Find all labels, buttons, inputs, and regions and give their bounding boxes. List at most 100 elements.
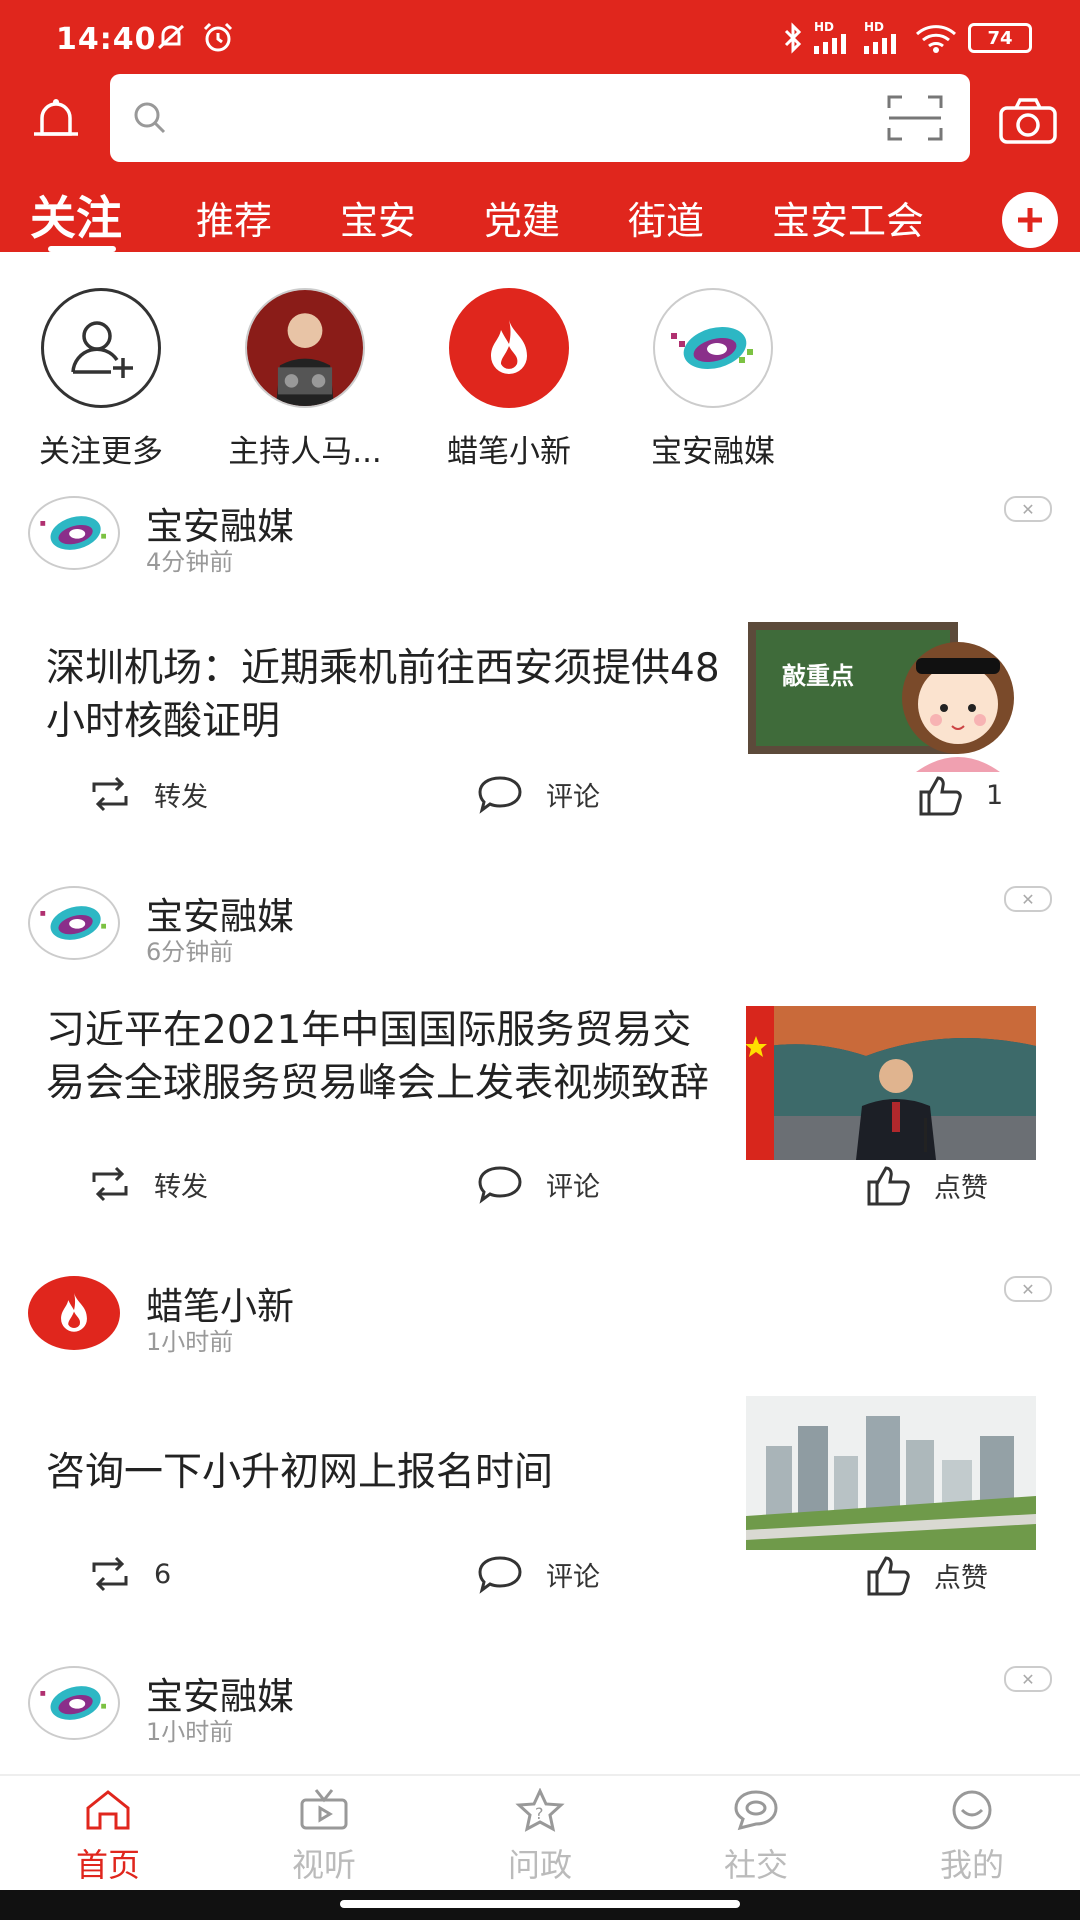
follow-item-label: 关注更多 [39, 434, 163, 470]
follow-item-baoan[interactable]: 宝安融媒 [618, 288, 808, 471]
like-button[interactable]: 点赞 [866, 1164, 988, 1206]
city-skyline-image [746, 1396, 1036, 1550]
comment-button[interactable]: 评论 [476, 1554, 600, 1594]
flame-icon [61, 1292, 87, 1332]
post-title[interactable]: 深圳机场：近期乘机前往西安须提供48小时核酸证明 [46, 642, 726, 748]
post-thumbnail[interactable] [746, 1396, 1036, 1550]
search-icon [134, 102, 166, 134]
feed-card[interactable]: 蜡笔小新 1小时前 ✕ 咨询一下小升初网上报名时间 6 评论 点赞 [0, 1254, 1080, 1646]
post-time: 6分钟前 [146, 938, 234, 966]
signal-icon [864, 34, 896, 54]
feed-card[interactable]: 宝安融媒 4分钟前 ✕ 深圳机场：近期乘机前往西安须提供48小时核酸证明 敲重点… [0, 474, 1080, 866]
bottom-navigation: 首页 视听 ? 问政 社交 我的 [0, 1774, 1080, 1892]
baoan-media-logo-icon [671, 326, 753, 370]
thumbs-up-icon [919, 776, 962, 816]
tab-union[interactable]: 宝安工会 [772, 190, 924, 245]
avatar [653, 288, 773, 408]
nav-inquiry[interactable]: ? 问政 [470, 1787, 610, 1886]
add-user-icon [71, 321, 133, 378]
like-label: 点赞 [934, 1172, 988, 1204]
tab-recommend[interactable]: 推荐 [196, 190, 272, 245]
nav-label: 视听 [291, 1846, 356, 1884]
followed-accounts: 关注更多 主持人马... 蜡笔小新 宝安融媒 [0, 252, 1080, 476]
dismiss-button[interactable]: ✕ [1004, 1666, 1052, 1692]
home-indicator[interactable] [340, 1900, 740, 1908]
dismiss-button[interactable]: ✕ [1004, 1276, 1052, 1302]
repost-button[interactable]: 转发 [88, 1164, 208, 1204]
nav-label: 问政 [507, 1846, 572, 1884]
mute-bell-icon [157, 24, 185, 50]
scan-icon[interactable] [886, 94, 944, 142]
nav-video[interactable]: 视听 [254, 1788, 394, 1886]
post-title[interactable]: 咨询一下小升初网上报名时间 [46, 1446, 726, 1499]
speech-photo-image [746, 1006, 1036, 1160]
flame-icon [491, 320, 527, 374]
notification-bell-icon[interactable] [28, 96, 84, 146]
host-photo [247, 290, 363, 406]
plus-icon [1018, 208, 1042, 232]
nav-social[interactable]: 社交 [686, 1788, 826, 1886]
tab-party[interactable]: 党建 [484, 190, 560, 245]
feed-card[interactable]: 宝安融媒 6分钟前 ✕ 习近平在2021年中国国际服务贸易交易会全球服务贸易峰会… [0, 864, 1080, 1256]
follow-more-item[interactable]: 关注更多 [6, 288, 196, 471]
alarm-icon [203, 22, 233, 52]
comment-label: 评论 [546, 1171, 600, 1203]
add-follow-avatar [41, 288, 161, 408]
post-thumbnail[interactable] [746, 1006, 1036, 1160]
dismiss-button[interactable]: ✕ [1004, 886, 1052, 912]
repost-label: 转发 [154, 781, 208, 813]
comment-button[interactable]: 评论 [476, 1164, 600, 1204]
feed-card[interactable]: 宝安融媒 1小时前 ✕ [0, 1644, 1080, 1774]
smile-icon [952, 1790, 992, 1830]
home-icon [86, 1790, 130, 1830]
baoan-media-logo-icon [40, 1686, 106, 1720]
like-button[interactable]: 1 [918, 774, 1003, 816]
question-star-icon: ? [515, 1787, 565, 1832]
search-input[interactable] [110, 74, 970, 162]
nav-label: 我的 [939, 1846, 1004, 1884]
repost-count: 6 [154, 1558, 172, 1590]
thumbs-up-icon [867, 1556, 910, 1596]
gesture-bar [0, 1890, 1080, 1920]
post-thumbnail[interactable]: 敲重点 [746, 618, 1036, 772]
thumbs-up-icon [867, 1166, 910, 1206]
close-icon: ✕ [1021, 1669, 1035, 1689]
tab-street[interactable]: 街道 [628, 190, 704, 245]
source-avatar [28, 496, 120, 570]
comment-icon [478, 776, 522, 814]
tab-follow[interactable]: 关注 [30, 182, 122, 248]
follow-item-crayon[interactable]: 蜡笔小新 [414, 288, 604, 471]
nav-mine[interactable]: 我的 [902, 1788, 1042, 1886]
tab-baoan[interactable]: 宝安 [340, 190, 416, 245]
app-header: 14:40 HD HD 74 关注 推荐 宝安 党建 街道 宝安工会 [0, 0, 1080, 252]
repost-icon [92, 776, 128, 812]
avatar [245, 288, 365, 408]
repost-button[interactable]: 6 [88, 1554, 171, 1594]
repost-button[interactable]: 转发 [88, 774, 208, 814]
like-button[interactable]: 点赞 [866, 1554, 988, 1596]
camera-icon[interactable] [998, 96, 1058, 146]
post-title[interactable]: 习近平在2021年中国国际服务贸易交易会全球服务贸易峰会上发表视频致辞 [46, 1004, 726, 1110]
tv-icon [300, 1789, 348, 1830]
cartoon-girl-chalkboard-image: 敲重点 [746, 618, 1036, 772]
comment-label: 评论 [546, 1561, 600, 1593]
like-count: 1 [986, 779, 1004, 811]
post-time: 1小时前 [146, 1328, 234, 1356]
signal-1: HD [814, 21, 854, 54]
repost-label: 转发 [154, 1171, 208, 1203]
repost-icon [92, 1556, 128, 1592]
add-channel-button[interactable] [1002, 192, 1058, 248]
status-bar: 14:40 HD HD 74 [0, 0, 1080, 72]
follow-item-label: 主持人马... [228, 434, 382, 470]
dismiss-button[interactable]: ✕ [1004, 496, 1052, 522]
nav-home[interactable]: 首页 [38, 1788, 178, 1886]
follow-item-host[interactable]: 主持人马... [210, 288, 400, 471]
post-time: 4分钟前 [146, 548, 234, 576]
comment-icon [478, 1556, 522, 1594]
comment-label: 评论 [546, 781, 600, 813]
source-avatar [28, 1276, 120, 1350]
comment-button[interactable]: 评论 [476, 774, 600, 814]
avatar [449, 288, 569, 408]
signal-icon [814, 34, 846, 54]
signal-2: HD [864, 21, 904, 54]
